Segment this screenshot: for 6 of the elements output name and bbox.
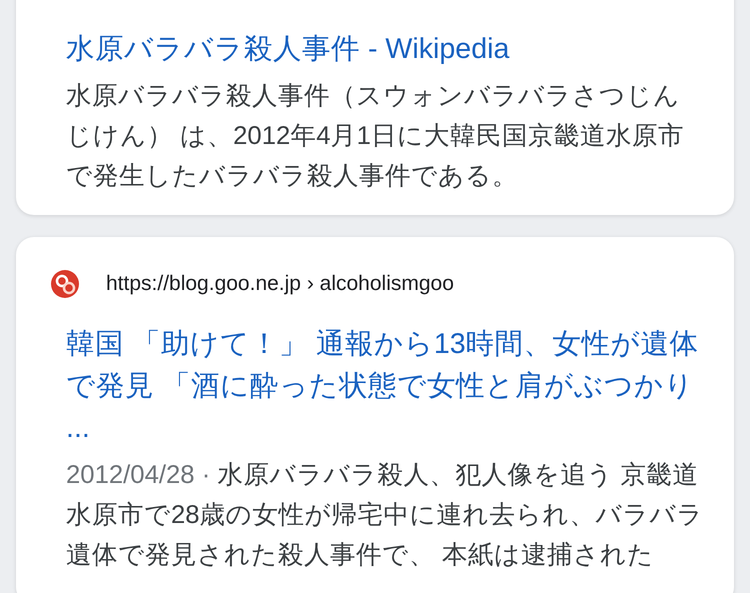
site-logo-icon [50,269,80,299]
result-title-link[interactable]: 水原バラバラ殺人事件 - Wikipedia [66,28,706,70]
result-snippet: 水原バラバラ殺人事件（スウォンバラバラさつじんじけん） は、2012年4月1日に大韓民国京畿道水原市で発生したバラバラ殺人事件である。 [66,81,685,192]
result-url: https://blog.goo.ne.jp › alcoholismgoo [106,272,454,296]
result-title-link[interactable]: 韓国 「助けて！」 通報から13時間、女性が遺体で発見 「酒に酔った状態で女性と肩がぶつかり ... [66,323,706,449]
result-snippet: 2012/04/28 · 水原バラバラ殺人、犯人像を追う 京畿道水原市で28歳の女性が帰宅中に連れ去られ、バラバラ遺体で発見された殺人事件で、 本紙は逮捕された [66,460,705,571]
